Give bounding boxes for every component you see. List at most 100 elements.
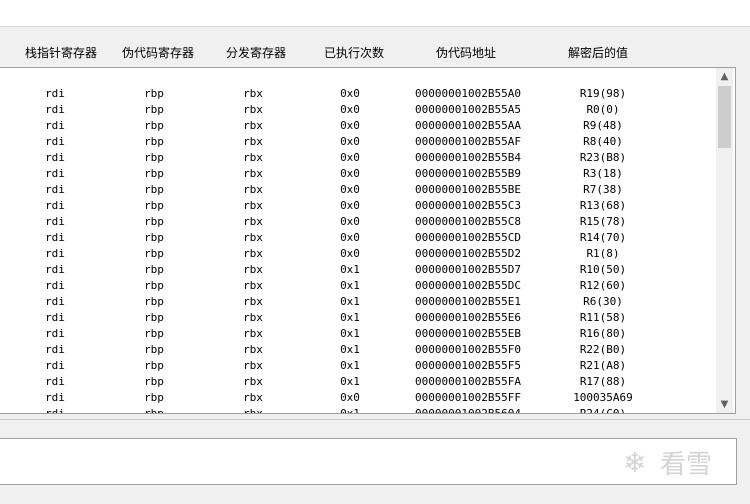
table-row[interactable]: rdi rbp rbx 0x1 00000001002B55EB R16(80) [0, 326, 716, 342]
table-cell: rbx [243, 87, 263, 100]
table-row[interactable]: rdi rbp rbx 0x0 00000001002B55D2 R1(8) [0, 246, 716, 262]
table-cell: 100035A69 [573, 391, 633, 404]
table-cell: rdi [45, 167, 65, 180]
table-cell: 0x0 [340, 199, 360, 212]
register-list[interactable]: rdi rbp rbx 0x0 00000001002B55A0 R19(98) rdi rb… [0, 67, 736, 414]
column-header[interactable]: 已执行次数 [318, 44, 390, 61]
table-row[interactable]: rdi rbp rbx 0x0 00000001002B55BE R7(38) [0, 182, 716, 198]
table-cell: rbp [144, 375, 164, 388]
table-cell: R13(68) [579, 199, 627, 212]
column-header[interactable]: 伪代码寄存器 [115, 44, 201, 61]
table-cell: rbp [144, 119, 164, 132]
table-cell: 0x0 [340, 183, 360, 196]
table-cell: 0x1 [340, 279, 360, 292]
table-cell: rdi [45, 151, 65, 164]
table-cell: rbx [243, 215, 263, 228]
table-row[interactable]: rdi rbp rbx 0x1 00000001002B55D7 R10(50) [0, 262, 716, 278]
table-cell: 00000001002B55E1 [415, 295, 521, 308]
table-cell: 00000001002B55A5 [415, 103, 521, 116]
table-row[interactable]: rdi rbp rbx 0x0 00000001002B55C8 R15(78) [0, 214, 716, 230]
column-header[interactable]: 分发寄存器 [220, 44, 292, 61]
table-cell: rdi [45, 183, 65, 196]
table-cell: 0x1 [340, 327, 360, 340]
table-cell: R21(A8) [579, 359, 627, 372]
table-cell: rbx [243, 119, 263, 132]
table-cell: rbp [144, 247, 164, 260]
table-cell: 00000001002B55B9 [415, 167, 521, 180]
table-row[interactable]: rdi rbp rbx 0x0 00000001002B55AA R9(48) [0, 118, 716, 134]
table-cell: 0x1 [340, 311, 360, 324]
table-row[interactable]: rdi rbp rbx 0x1 00000001002B55FA R17(88) [0, 374, 716, 390]
table-cell: rbx [243, 407, 263, 414]
column-header[interactable]: 栈指针寄存器 [18, 44, 104, 61]
table-cell: rbx [243, 183, 263, 196]
table-cell: 00000001002B55C3 [415, 199, 521, 212]
table-cell: R19(98) [579, 87, 627, 100]
table-cell: rdi [45, 327, 65, 340]
top-bar [0, 0, 750, 27]
table-cell: rdi [45, 311, 65, 324]
table-cell: 00000001002B55BE [415, 183, 521, 196]
table-row[interactable]: rdi rbp rbx 0x1 00000001002B55DC R12(60) [0, 278, 716, 294]
table-cell: rbx [243, 167, 263, 180]
table-row[interactable]: rdi rbp rbx 0x1 00000001002B55E1 R6(30) [0, 294, 716, 310]
scrollbar-thumb[interactable] [718, 86, 731, 148]
table-cell: rbx [243, 327, 263, 340]
column-header[interactable]: 解密后的值 [562, 44, 634, 61]
table-cell: R3(18) [583, 167, 623, 180]
table-cell: 00000001002B55EB [415, 327, 521, 340]
table-row[interactable]: rdi rbp rbx 0x1 00000001002B55F5 R21(A8) [0, 358, 716, 374]
table-cell: R6(30) [583, 295, 623, 308]
table-cell: R8(40) [583, 135, 623, 148]
table-cell: rdi [45, 295, 65, 308]
table-cell: rdi [45, 359, 65, 372]
table-cell: rbp [144, 359, 164, 372]
table-row[interactable]: rdi rbp rbx 0x0 00000001002B55A0 R19(98) [0, 86, 716, 102]
table-cell: rbp [144, 199, 164, 212]
table-cell: rbp [144, 103, 164, 116]
table-cell: R15(78) [579, 215, 627, 228]
table-cell: 0x0 [340, 87, 360, 100]
table-cell: rbp [144, 151, 164, 164]
table-cell: rbx [243, 135, 263, 148]
table-cell: R17(88) [579, 375, 627, 388]
table-row[interactable]: rdi rbp rbx 0x1 00000001002B55F0 R22(B0) [0, 342, 716, 358]
table-row[interactable]: rdi rbp rbx 0x0 00000001002B55A5 R0(0) [0, 102, 716, 118]
table-row[interactable]: rdi rbp rbx 0x0 00000001002B55B9 R3(18) [0, 166, 716, 182]
table-cell: 00000001002B55F0 [415, 343, 521, 356]
table-cell: 0x1 [340, 375, 360, 388]
table-cell: R9(48) [583, 119, 623, 132]
table-cell: 00000001002B55AF [415, 135, 521, 148]
table-cell: rbp [144, 407, 164, 414]
table-cell: rbx [243, 375, 263, 388]
vertical-scrollbar[interactable]: ▲ ▼ [716, 68, 733, 413]
scroll-down-icon[interactable]: ▼ [716, 396, 733, 413]
table-cell: rbp [144, 327, 164, 340]
column-header[interactable]: 伪代码地址 [430, 44, 502, 61]
scroll-up-icon[interactable]: ▲ [716, 68, 733, 85]
table-cell: 0x1 [340, 407, 360, 414]
table-cell: 00000001002B55AA [415, 119, 521, 132]
table-cell: rbx [243, 151, 263, 164]
table-row[interactable]: rdi rbp rbx 0x0 00000001002B55FF 100035A69 [0, 390, 716, 406]
table-row[interactable]: rdi rbp rbx 0x0 00000001002B55CD R14(70) [0, 230, 716, 246]
table-cell: R12(60) [579, 279, 627, 292]
table-cell: R11(58) [579, 311, 627, 324]
table-cell: 00000001002B55D2 [415, 247, 521, 260]
table-cell: rdi [45, 375, 65, 388]
table-cell: rbp [144, 263, 164, 276]
table-row[interactable]: rdi rbp rbx 0x0 00000001002B55C3 R13(68) [0, 198, 716, 214]
table-cell: 0x0 [340, 103, 360, 116]
table-row[interactable]: rdi rbp rbx 0x1 00000001002B55E6 R11(58) [0, 310, 716, 326]
table-cell: rbx [243, 391, 263, 404]
table-cell: rbp [144, 391, 164, 404]
table-cell: rbx [243, 263, 263, 276]
table-cell: rdi [45, 231, 65, 244]
table-cell: rdi [45, 247, 65, 260]
table-cell: rbp [144, 231, 164, 244]
table-cell: 00000001002B55D7 [415, 263, 521, 276]
table-cell: R1(8) [586, 247, 620, 260]
table-row[interactable]: rdi rbp rbx 0x0 00000001002B55AF R8(40) [0, 134, 716, 150]
table-row[interactable]: rdi rbp rbx 0x0 00000001002B55B4 R23(B8) [0, 150, 716, 166]
table-row[interactable]: rdi rbp rbx 0x1 00000001002B5604 R24(C0) [0, 406, 716, 414]
